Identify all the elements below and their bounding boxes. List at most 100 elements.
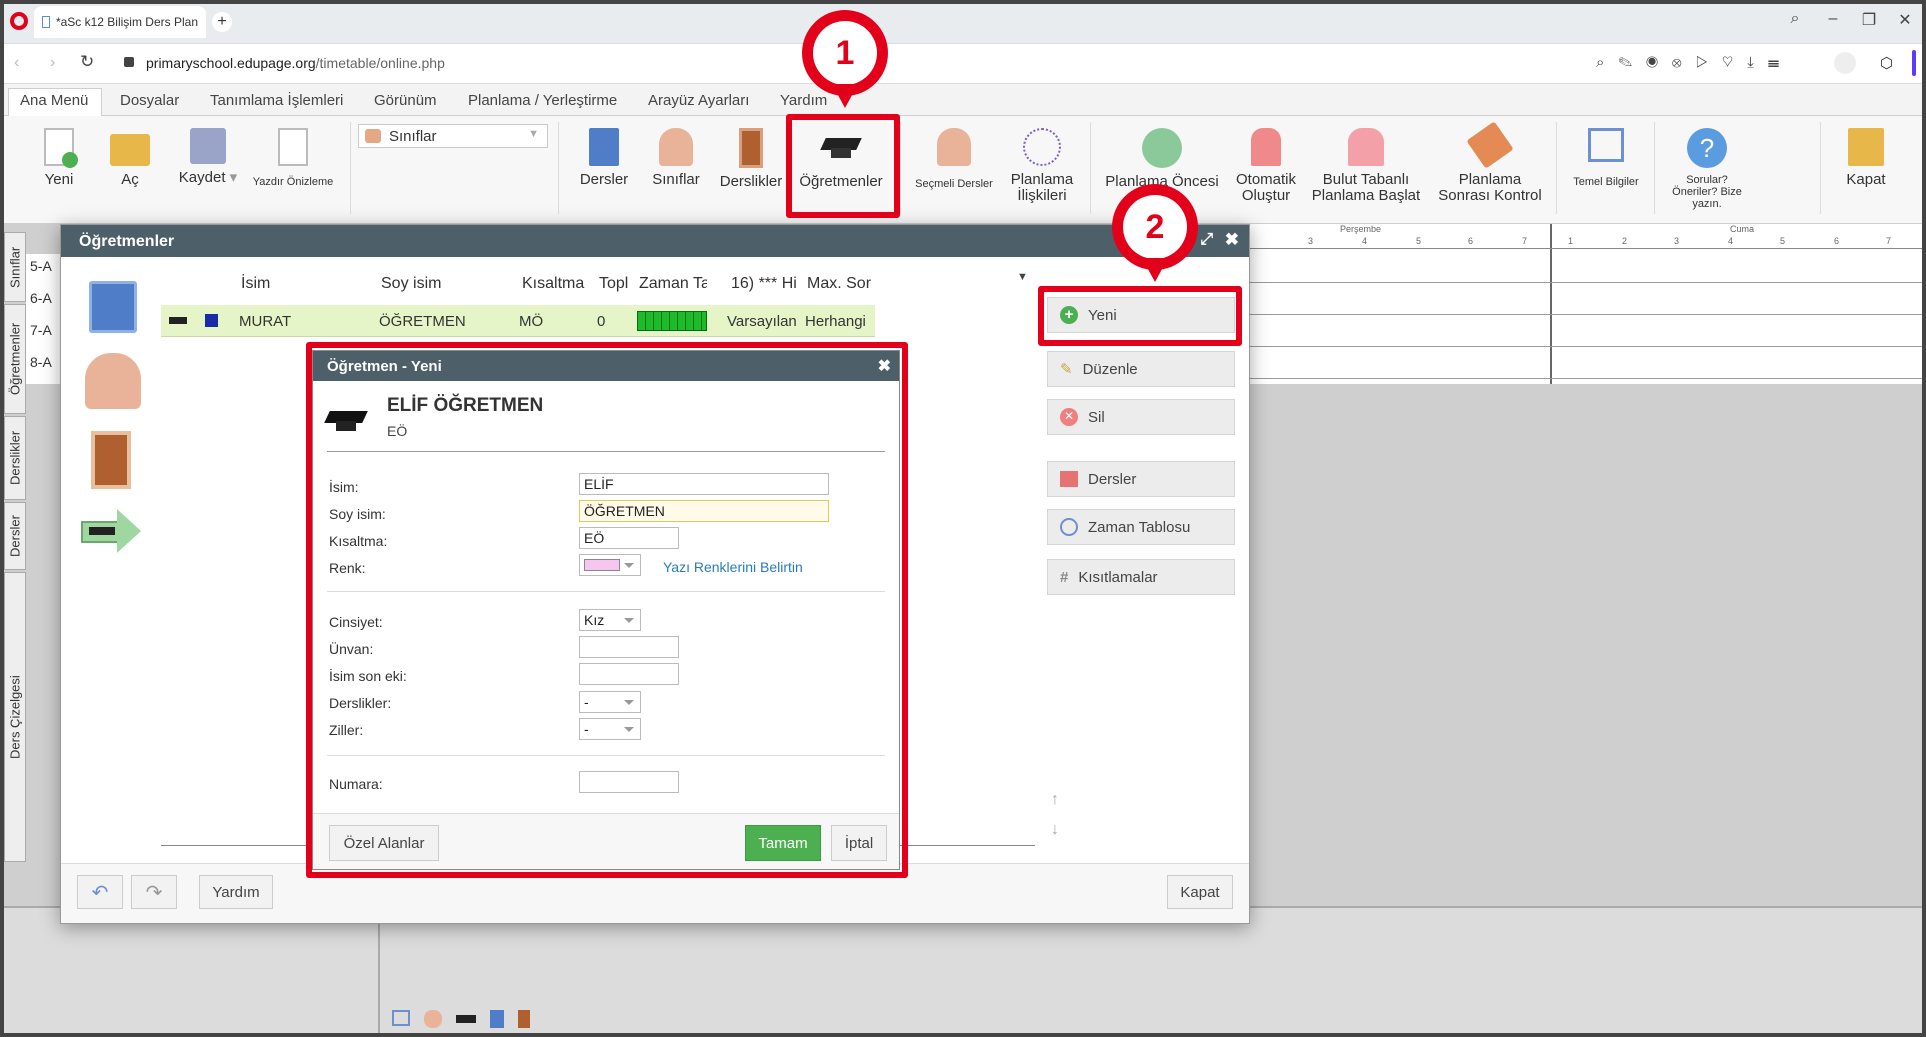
menu-planlama[interactable]: Planlama / Yerleştirme [468,92,617,109]
reload-icon[interactable]: ↻ [80,52,94,72]
col-kisaltma[interactable]: Kısaltma [522,275,584,293]
new-tab-button[interactable]: + [212,12,232,32]
menu-gorunum[interactable]: Görünüm [374,92,437,109]
ribbon-secmeli-button[interactable]: Seçmeli Dersler [908,128,1000,190]
door-icon[interactable] [518,1010,530,1028]
grid-day-cuma: Cuma [1730,224,1755,234]
ribbon-planlama-oncesi-button[interactable]: Planlama Öncesi [1100,128,1224,190]
duzenle-button[interactable]: ✎ Düzenle [1047,351,1235,387]
ribbon-derslikler-button[interactable]: Derslikler [714,128,788,190]
url-field[interactable]: primaryschool.edupage.org/timetable/onli… [146,55,445,71]
forward-icon[interactable]: › [50,54,55,72]
ribbon-dersler-button[interactable]: Dersler [574,128,634,188]
col-zaman-tablosu[interactable]: Zaman Tab [639,275,707,293]
move-down-icon[interactable]: ↓ [1051,821,1059,839]
graduation-cap-icon[interactable] [456,1015,476,1023]
ribbon-kaydet-button[interactable]: Kaydet ▾ [170,128,246,186]
profile-icon[interactable] [1834,52,1856,74]
callout-1-tail [832,84,858,108]
grid-period: 2 [1622,236,1628,246]
question-icon: ? [1687,128,1727,168]
sil-button-label: Sil [1088,408,1105,426]
kapat-button[interactable]: Kapat [1167,875,1233,909]
kisitlamalar-button[interactable]: # Kısıtlamalar [1047,559,1235,595]
class-row-8a[interactable]: 8-A [30,354,52,370]
ribbon-sonrasi-button[interactable]: Planlama Sonrası Kontrol [1434,121,1546,204]
restore-icon[interactable]: ❐ [1854,10,1884,30]
callout-2-tail [1142,258,1168,282]
column-menu-icon[interactable]: ▼ [1017,271,1028,283]
move-up-icon[interactable]: ↑ [1051,791,1059,809]
maximize-icon[interactable]: ⤢ [1200,231,1213,249]
row-total: 0 [597,313,606,330]
url-path: /timetable/online.php [315,55,445,71]
table-row[interactable]: MURAT ÖĞRETMEN MÖ 0 Varsayılan Herhangi [161,305,875,337]
ribbon-temel-button[interactable]: Temel Bilgiler [1566,128,1646,188]
side-tab-ders-cizelgesi[interactable]: Ders Çizelgesi [4,572,26,862]
menu-ana-menu[interactable]: Ana Menü [20,92,88,109]
grid-period: 4 [1728,236,1734,246]
class-row-5a[interactable]: 5-A [30,258,52,274]
col-toplam[interactable]: Topl [599,275,628,293]
menu-yardim[interactable]: Yardım [780,92,827,109]
col-isim[interactable]: İsim [241,275,270,293]
ribbon-separator [1556,122,1557,214]
extension-icon[interactable]: ⬡ [1880,54,1893,72]
ribbon-yeni-label: Yeni [44,171,74,188]
category-rooms-icon[interactable] [91,431,131,489]
ribbon-dersler-label: Dersler [579,171,629,188]
menu-arayuz[interactable]: Arayüz Ayarları [648,92,749,109]
institution-icon[interactable] [392,1010,410,1026]
class-row-6a[interactable]: 6-A [30,290,52,306]
ribbon-bulut-button[interactable]: Bulut Tabanlı Planlama Başlat [1310,128,1422,204]
browser-toolbar-icons[interactable]: ⌕✎◉⊗▷♡⤓☰ [1596,54,1793,71]
category-teachers-arrow-icon[interactable] [81,509,141,553]
ribbon-yazdir-button[interactable]: Yazdır Önizleme [248,128,338,188]
close-icon[interactable]: ✖ [1225,230,1239,250]
menu-dosyalar[interactable]: Dosyalar [120,92,179,109]
side-tab-dersler[interactable]: Dersler [4,502,26,570]
menu-tanimlama[interactable]: Tanımlama İşlemleri [210,92,343,109]
search-tabs-icon[interactable]: ⌕ [1780,10,1810,28]
close-window-icon[interactable]: ✕ [1890,10,1920,30]
category-subjects-icon[interactable] [89,281,137,333]
ribbon-siniflar-button[interactable]: Sınıflar [646,128,706,188]
book-icon[interactable] [490,1010,504,1028]
col-16[interactable]: 16) *** Hi [731,275,797,293]
ribbon-planlama-iliskileri-button[interactable]: Planlama İlişkileri [1002,128,1082,204]
category-classes-icon[interactable] [85,353,141,409]
url-host: primaryschool.edupage.org [146,55,316,71]
side-tab-siniflar[interactable]: Sınıflar [4,232,26,302]
ribbon-sorular-button[interactable]: ? Sorular? Öneriler? Bize yazın. [1664,128,1750,210]
ribbon-yeni-button[interactable]: Yeni [34,128,84,188]
zaman-tablosu-button[interactable]: Zaman Tablosu [1047,509,1235,545]
class-row-7a[interactable]: 7-A [30,322,52,338]
ribbon-ac-button[interactable]: Aç [106,128,154,188]
side-tab-derslikler[interactable]: Derslikler [4,416,26,500]
col-soyisim[interactable]: Soy isim [381,275,441,293]
ribbon-temel-label: Temel Bilgiler [1573,176,1639,188]
hash-icon: # [1060,568,1069,586]
students-icon[interactable] [424,1010,442,1028]
browser-tab[interactable]: *aSc k12 Bilişim Ders Plan [34,6,206,38]
ribbon-otomatik-button[interactable]: Otomatik Oluştur [1226,128,1306,204]
back-icon[interactable]: ‹ [14,54,19,72]
ribbon-kapat-button[interactable]: Kapat [1836,128,1896,188]
undo-button[interactable]: ↶ [77,875,123,909]
view-select[interactable]: Sınıflar ▼ [358,124,548,148]
redo-button[interactable]: ↷ [131,875,177,909]
minimize-icon[interactable]: – [1818,10,1848,28]
ribbon-sonrasi-2: Sonrası Kontrol [1438,187,1542,204]
dersler-button[interactable]: Dersler [1047,461,1235,497]
grid-period: 3 [1674,236,1680,246]
side-tab-ogretmenler[interactable]: Öğretmenler [4,304,26,414]
yardim-button[interactable]: Yardım [199,875,273,909]
chevron-down-icon: ▾ [225,169,238,186]
ribbon-sorular-2: Öneriler? Bize [1672,186,1742,198]
opera-logo-icon[interactable] [10,12,28,30]
sil-button[interactable]: ✕ Sil [1047,399,1235,435]
grid-period: 7 [1522,236,1528,246]
clock-icon [1060,518,1078,536]
col-max-sor[interactable]: Max. Sor [807,275,875,293]
highlight-yeni [1038,286,1242,346]
